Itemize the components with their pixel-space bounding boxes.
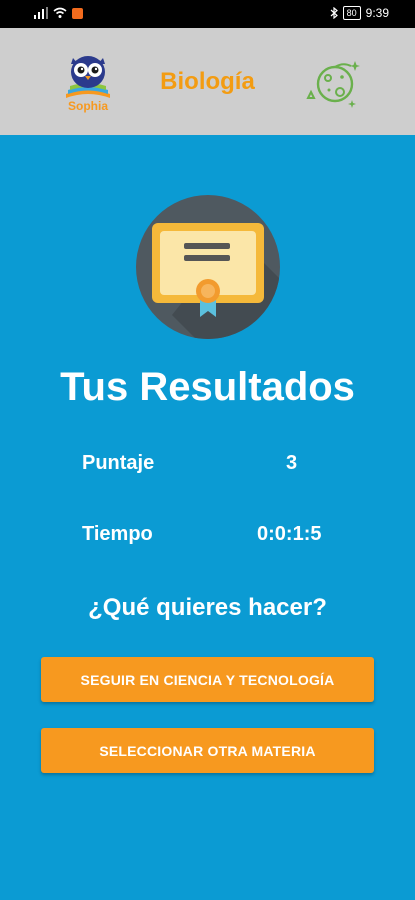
signal-bars-icon [34, 7, 48, 19]
microbe-icon [306, 61, 360, 108]
app-notification-icon [72, 7, 83, 19]
status-bar: 80 9:39 [0, 0, 415, 28]
status-left [34, 7, 83, 19]
time-label: Tiempo [82, 523, 153, 545]
certificate-badge [136, 195, 280, 339]
logo-text: Sophia [68, 99, 108, 113]
app-bar: Sophia Biología [0, 28, 415, 135]
certificate-icon [152, 223, 280, 339]
bluetooth-icon [330, 7, 338, 19]
select-other-subject-button[interactable]: SELECCIONAR OTRA MATERIA [41, 728, 374, 773]
wifi-icon [53, 7, 67, 18]
status-right: 80 9:39 [330, 6, 389, 20]
time-value: 0:0:1:5 [257, 523, 322, 545]
continue-subject-button[interactable]: SEGUIR EN CIENCIA Y TECNOLOGÍA [41, 657, 374, 702]
next-action-question: ¿Qué quieres hacer? [88, 594, 327, 621]
score-label: Puntaje [82, 452, 155, 474]
score-value: 3 [286, 452, 298, 474]
battery-indicator: 80 [342, 6, 361, 20]
status-time: 9:39 [365, 6, 389, 20]
results-title: Tus Resultados [60, 365, 355, 409]
